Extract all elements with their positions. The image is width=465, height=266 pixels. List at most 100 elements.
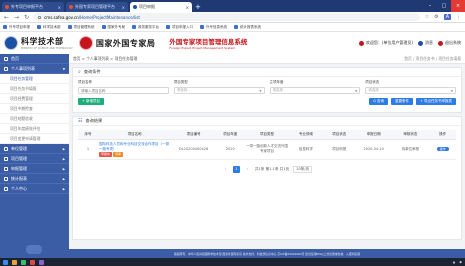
app-icon[interactable] [30,259,35,265]
sidebar-item-personal[interactable]: 个人事项列表 ▼ [0,64,69,74]
list-icon [4,66,8,71]
column-header[interactable]: 审核状态 [391,130,430,140]
bookmark-label: 项目管理系统 [73,24,95,29]
minimize-icon[interactable]: – [423,3,437,9]
reset-button[interactable]: 重置条件 [390,98,413,105]
sidebar-subitem[interactable]: 项目中期检查 [0,104,69,114]
cell-project-name[interactable]: 国际科技人员和专业科技交流合作项目（一带一路专项） 申报中 待审 [98,139,172,160]
filter-label: 项目类型 [173,80,188,84]
sidebar-subitem-header[interactable]: 项目任务管理 [0,74,69,84]
bookmark-icon [132,25,136,29]
column-header[interactable]: 项目状态 [322,130,356,140]
sidebar-item-home[interactable]: 首页 [0,54,69,64]
action-row: + 新增项目 Q 查询 重置条件 + 导出任务书申报表 [73,94,461,109]
browser-tab-1[interactable]: 外专项目申报平台 × [2,2,64,12]
column-header[interactable]: 操作 [429,130,456,140]
project-name-link[interactable]: 国际科技人员和专业科技交流合作项目（一带一路专项） [99,142,169,151]
browser-tab-3[interactable]: 项目申报 × [130,2,192,12]
year-select[interactable]: 请选择 ▼ [269,87,361,94]
extension-icon[interactable]: ⚙ [434,14,438,20]
new-tab-icon[interactable]: + [195,2,201,12]
bookmark-item[interactable]: 项目管理系统 [67,24,95,30]
page-size-value: 10条/页 [296,166,310,171]
home-icon [4,56,8,61]
page-button-current[interactable]: 1 [232,165,240,173]
status-select[interactable]: 请选择 ▼ [365,87,456,94]
bookmark-item[interactable]: 政务服务平台 [132,25,159,30]
app-icon[interactable] [39,259,44,265]
favicon-icon [133,5,137,9]
close-icon[interactable]: × [122,5,125,10]
reload-icon[interactable]: ↻ [24,14,29,21]
query-button[interactable]: Q 查询 [369,98,388,105]
column-header[interactable]: 项目名称 [98,130,172,140]
browser-tab-2[interactable]: 外国专家项目管理平台 × [66,2,128,12]
page-size-select[interactable]: 10条/页 [293,165,313,173]
search-icon: ⌕ [78,69,81,75]
sidebar-collapse-button[interactable] [26,245,42,254]
sidebar-item-unit[interactable]: 单位管理 ▶ [0,144,69,154]
profile-icon[interactable]: A [443,14,451,20]
start-icon[interactable] [3,259,8,265]
column-header[interactable]: 申报日期 [355,130,392,140]
volume-icon[interactable]: ◆ [459,260,462,264]
table-row[interactable]: 1 国际科技人员和专业科技交流合作项目（一带一路专项） 申报中 待审 DL2020… [78,139,456,160]
sidebar-subitem[interactable]: 项目任务书填报 [0,84,69,94]
column-header[interactable]: 项目类型 [244,130,290,140]
sidebar-subitem[interactable]: 项目结题验收 [0,114,69,124]
folder-icon[interactable] [12,259,17,265]
sidebar-item-project[interactable]: 项目管理 ▶ [0,154,69,164]
bookmark-item[interactable]: 项目申报入口 [166,25,193,30]
messages-link[interactable]: 消息 [418,40,433,46]
column-header[interactable]: 项目编号 [171,130,216,140]
user-menu[interactable]: 欢迎您：(单位用户管理员) [358,40,413,46]
operation-button[interactable]: 操作 [436,147,449,151]
network-icon[interactable]: ▲ [453,260,456,264]
sidebar-item-label: 项目管理 [11,155,27,161]
column-header[interactable]: 项目年度 [215,130,245,140]
project-type-select[interactable]: 请选择 ▼ [173,87,265,94]
cell-type: 一带一路创新人才交流外国专家项目 [244,139,290,160]
sidebar-subitem[interactable]: 项目年度绩效评估 [0,124,69,134]
safea-logo[interactable]: 国家外国专家局 [78,36,156,50]
prev-page-button[interactable]: ‹ [222,166,229,173]
bookmark-icon [101,25,106,29]
favicon-icon [5,5,9,9]
window-close-icon[interactable]: × [451,0,465,12]
sidebar-item-stats[interactable]: 统计报表 ▶ [0,174,69,184]
star-icon[interactable]: ☆ [425,14,429,20]
bookmark-item[interactable]: 外专项目申报 [3,25,30,30]
url-input[interactable]: cms.safea.gov.cn/Home/ProjectMaintenance… [34,13,420,21]
sidebar-subitem[interactable]: 项目变更申请管理 [0,134,69,144]
back-icon[interactable]: ← [4,14,9,21]
add-project-button[interactable]: + 新增项目 [78,98,105,105]
column-header[interactable]: 序号 [78,130,98,140]
logout-link[interactable]: 退出系统 [438,40,461,46]
project-name-input[interactable] [78,87,169,94]
close-icon[interactable]: × [58,5,61,10]
maximize-icon[interactable]: □ [437,3,451,9]
most-logo-subtext: MINISTRY OF SCIENCE AND TECHNOLOGY [21,47,73,50]
safea-logo-text: 国家外国专家局 [95,38,156,48]
column-header[interactable]: 专业领域 [289,130,323,140]
forward-icon[interactable]: → [14,14,19,21]
sidebar-item-apply[interactable]: 申报管理 ▶ [0,164,69,174]
menu-icon[interactable]: ⋮ [456,14,461,20]
bookmark-item[interactable]: 外专信息系统 [200,25,227,30]
next-page-button[interactable]: › [244,166,251,173]
bookmark-item[interactable]: 统计报表系统 [234,25,261,30]
url-text: cms.safea.gov.cn/Home/ProjectMaintenance… [44,15,140,20]
sidebar-subitem[interactable]: 项目经费管理 [0,94,69,104]
most-logo[interactable]: 科学技术部 MINISTRY OF SCIENCE AND TECHNOLOGY [4,36,73,50]
sidebar-item-profile[interactable]: 个人中心 ▶ [0,184,69,194]
window-controls: – □ × [423,0,465,12]
browser-icon[interactable] [21,259,26,265]
bookmark-icon [166,25,170,29]
bookmark-icon [3,25,7,29]
bookmark-item[interactable]: 科学技术部 [37,25,61,30]
close-icon[interactable]: × [186,5,189,10]
bookmark-item[interactable]: 国家外专局 [101,25,125,30]
bookmark-icon [200,25,204,29]
chevron-right-icon: ▶ [62,186,65,191]
export-button[interactable]: + 导出任务书申报表 [415,98,456,105]
